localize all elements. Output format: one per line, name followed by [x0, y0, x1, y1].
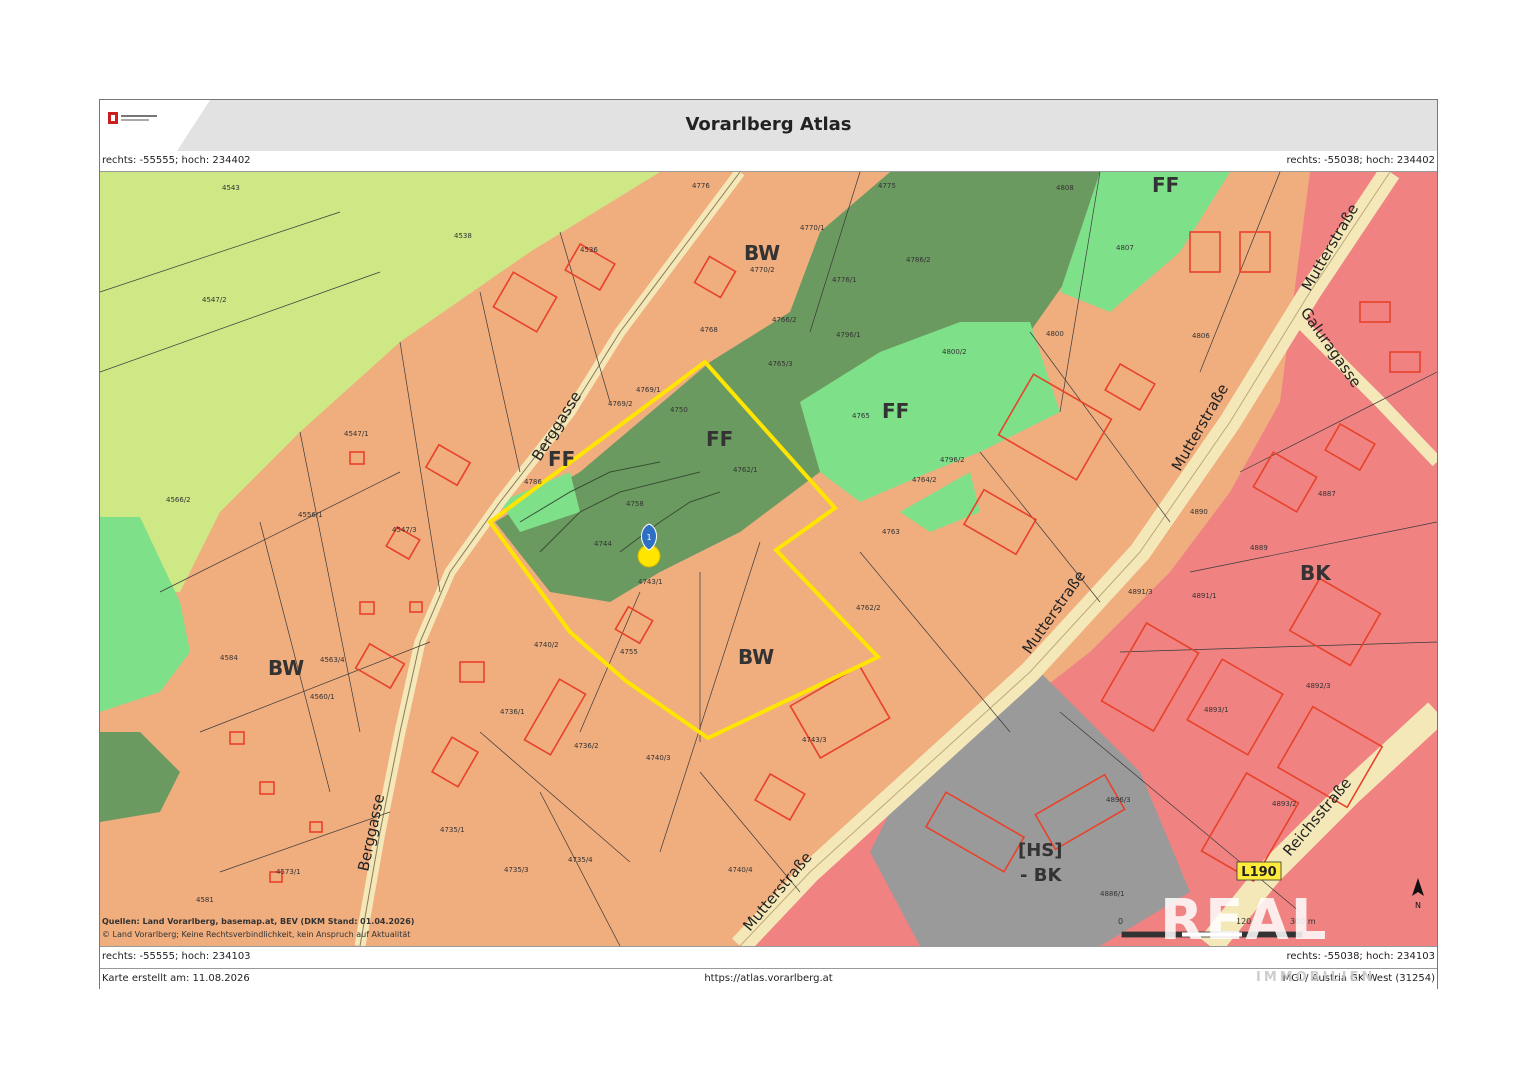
map-frame: Vorarlberg Atlas rechts: -55555; hoch: 2…: [99, 99, 1438, 989]
svg-text:4800/2: 4800/2: [942, 348, 967, 356]
svg-text:4890: 4890: [1190, 508, 1208, 516]
svg-text:4758: 4758: [626, 500, 644, 508]
svg-text:4800: 4800: [1046, 330, 1064, 338]
svg-text:4796/1: 4796/1: [836, 331, 861, 339]
zone-label-bw-top: BW: [744, 241, 780, 265]
svg-text:4547/3: 4547/3: [392, 526, 417, 534]
svg-text:4750: 4750: [670, 406, 688, 414]
svg-text:4560/1: 4560/1: [310, 693, 335, 701]
svg-text:4893/1: 4893/1: [1204, 706, 1229, 714]
svg-text:4775: 4775: [878, 182, 896, 190]
coord-bottom-left: rechts: -55555; hoch: 234103: [102, 951, 251, 962]
svg-text:4744: 4744: [594, 540, 612, 548]
svg-text:4740/2: 4740/2: [534, 641, 559, 649]
svg-text:4806: 4806: [1192, 332, 1210, 340]
zone-label-bk: BK: [1300, 561, 1332, 585]
sources-line-2: © Land Vorarlberg; Keine Rechtsverbindli…: [102, 930, 410, 939]
svg-text:4736/2: 4736/2: [574, 742, 599, 750]
svg-text:4740/3: 4740/3: [646, 754, 671, 762]
svg-text:4786: 4786: [524, 478, 542, 486]
svg-text:4563/4: 4563/4: [320, 656, 345, 664]
svg-text:4765: 4765: [852, 412, 870, 420]
svg-text:4776/1: 4776/1: [832, 276, 857, 284]
svg-text:4886/1: 4886/1: [1100, 890, 1125, 898]
coord-top-left: rechts: -55555; hoch: 234402: [102, 155, 251, 166]
svg-text:4538: 4538: [454, 232, 472, 240]
svg-text:4755: 4755: [620, 648, 638, 656]
svg-text:4770/1: 4770/1: [800, 224, 825, 232]
svg-text:4768: 4768: [700, 326, 718, 334]
svg-text:4807: 4807: [1116, 244, 1134, 252]
scale-start: 0: [1118, 917, 1123, 926]
svg-text:4786/2: 4786/2: [906, 256, 931, 264]
marker-label: 1: [646, 533, 651, 542]
title-bar: Vorarlberg Atlas: [100, 100, 1437, 152]
zone-label-hs: [HS]: [1018, 840, 1062, 861]
svg-text:4740/4: 4740/4: [728, 866, 753, 874]
svg-text:4762/1: 4762/1: [733, 466, 758, 474]
svg-text:4765/3: 4765/3: [768, 360, 793, 368]
svg-text:4735/1: 4735/1: [440, 826, 465, 834]
svg-text:4556/1: 4556/1: [298, 511, 323, 519]
zone-label-ff-plot: FF: [706, 427, 733, 451]
zone-label-ff-berggasse: FF: [548, 447, 575, 471]
map-canvas[interactable]: 1 BW BW BW FF FF FF FF BK [HS] - BK Berg…: [100, 172, 1437, 946]
svg-text:4584: 4584: [220, 654, 238, 662]
svg-text:4808: 4808: [1056, 184, 1074, 192]
zone-label-hs-bk: - BK: [1020, 865, 1062, 886]
svg-text:4891/1: 4891/1: [1192, 592, 1217, 600]
watermark-logo: REAL: [1160, 888, 1329, 946]
svg-text:4896/3: 4896/3: [1106, 796, 1131, 804]
svg-text:4735/3: 4735/3: [504, 866, 529, 874]
svg-text:4889: 4889: [1250, 544, 1268, 552]
svg-text:4893/2: 4893/2: [1272, 800, 1297, 808]
svg-text:4764/2: 4764/2: [912, 476, 937, 484]
svg-text:4566/2: 4566/2: [166, 496, 191, 504]
svg-text:4736/1: 4736/1: [500, 708, 525, 716]
svg-text:4769/2: 4769/2: [608, 400, 633, 408]
svg-text:4762/2: 4762/2: [856, 604, 881, 612]
top-coordinates: rechts: -55555; hoch: 234402 rechts: -55…: [100, 151, 1437, 172]
svg-text:4891/3: 4891/3: [1128, 588, 1153, 596]
coord-bottom-right: rechts: -55038; hoch: 234103: [1286, 951, 1435, 962]
svg-text:4743/1: 4743/1: [638, 578, 663, 586]
svg-text:4581: 4581: [196, 896, 214, 904]
svg-text:4796/2: 4796/2: [940, 456, 965, 464]
road-badge-l190: L190: [1236, 861, 1282, 881]
svg-text:4769/1: 4769/1: [636, 386, 661, 394]
watermark-sub: IMMOBILIEN: [1256, 970, 1376, 985]
svg-text:4770/2: 4770/2: [750, 266, 775, 274]
svg-text:4763: 4763: [882, 528, 900, 536]
svg-text:4547/1: 4547/1: [344, 430, 369, 438]
svg-text:L190: L190: [1241, 865, 1276, 880]
zone-label-bw-left: BW: [268, 656, 304, 680]
svg-text:4573/1: 4573/1: [276, 868, 301, 876]
svg-text:4887: 4887: [1318, 490, 1336, 498]
svg-text:4547/2: 4547/2: [202, 296, 227, 304]
svg-text:4892/3: 4892/3: [1306, 682, 1331, 690]
coord-top-right: rechts: -55038; hoch: 234402: [1286, 155, 1435, 166]
zoning-map: 1 BW BW BW FF FF FF FF BK [HS] - BK Berg…: [100, 172, 1437, 946]
svg-text:4743/3: 4743/3: [802, 736, 827, 744]
svg-text:N: N: [1415, 901, 1421, 910]
svg-text:4536: 4536: [580, 246, 598, 254]
svg-text:4766/2: 4766/2: [772, 316, 797, 324]
svg-text:4543: 4543: [222, 184, 240, 192]
atlas-url-link[interactable]: https://atlas.vorarlberg.at: [100, 973, 1437, 984]
svg-text:4776: 4776: [692, 182, 710, 190]
page-title: Vorarlberg Atlas: [685, 114, 852, 135]
sources-line-1: Quellen: Land Vorarlberg, basemap.at, BE…: [102, 917, 414, 926]
bottom-coordinates: rechts: -55555; hoch: 234103 rechts: -55…: [100, 946, 1437, 967]
zone-label-ff-central: FF: [882, 399, 909, 423]
zone-label-bw-plot: BW: [738, 645, 774, 669]
footer: Karte erstellt am: 11.08.2026 https://at…: [100, 968, 1437, 989]
svg-text:4735/4: 4735/4: [568, 856, 593, 864]
zone-label-ff-top: FF: [1152, 173, 1179, 197]
